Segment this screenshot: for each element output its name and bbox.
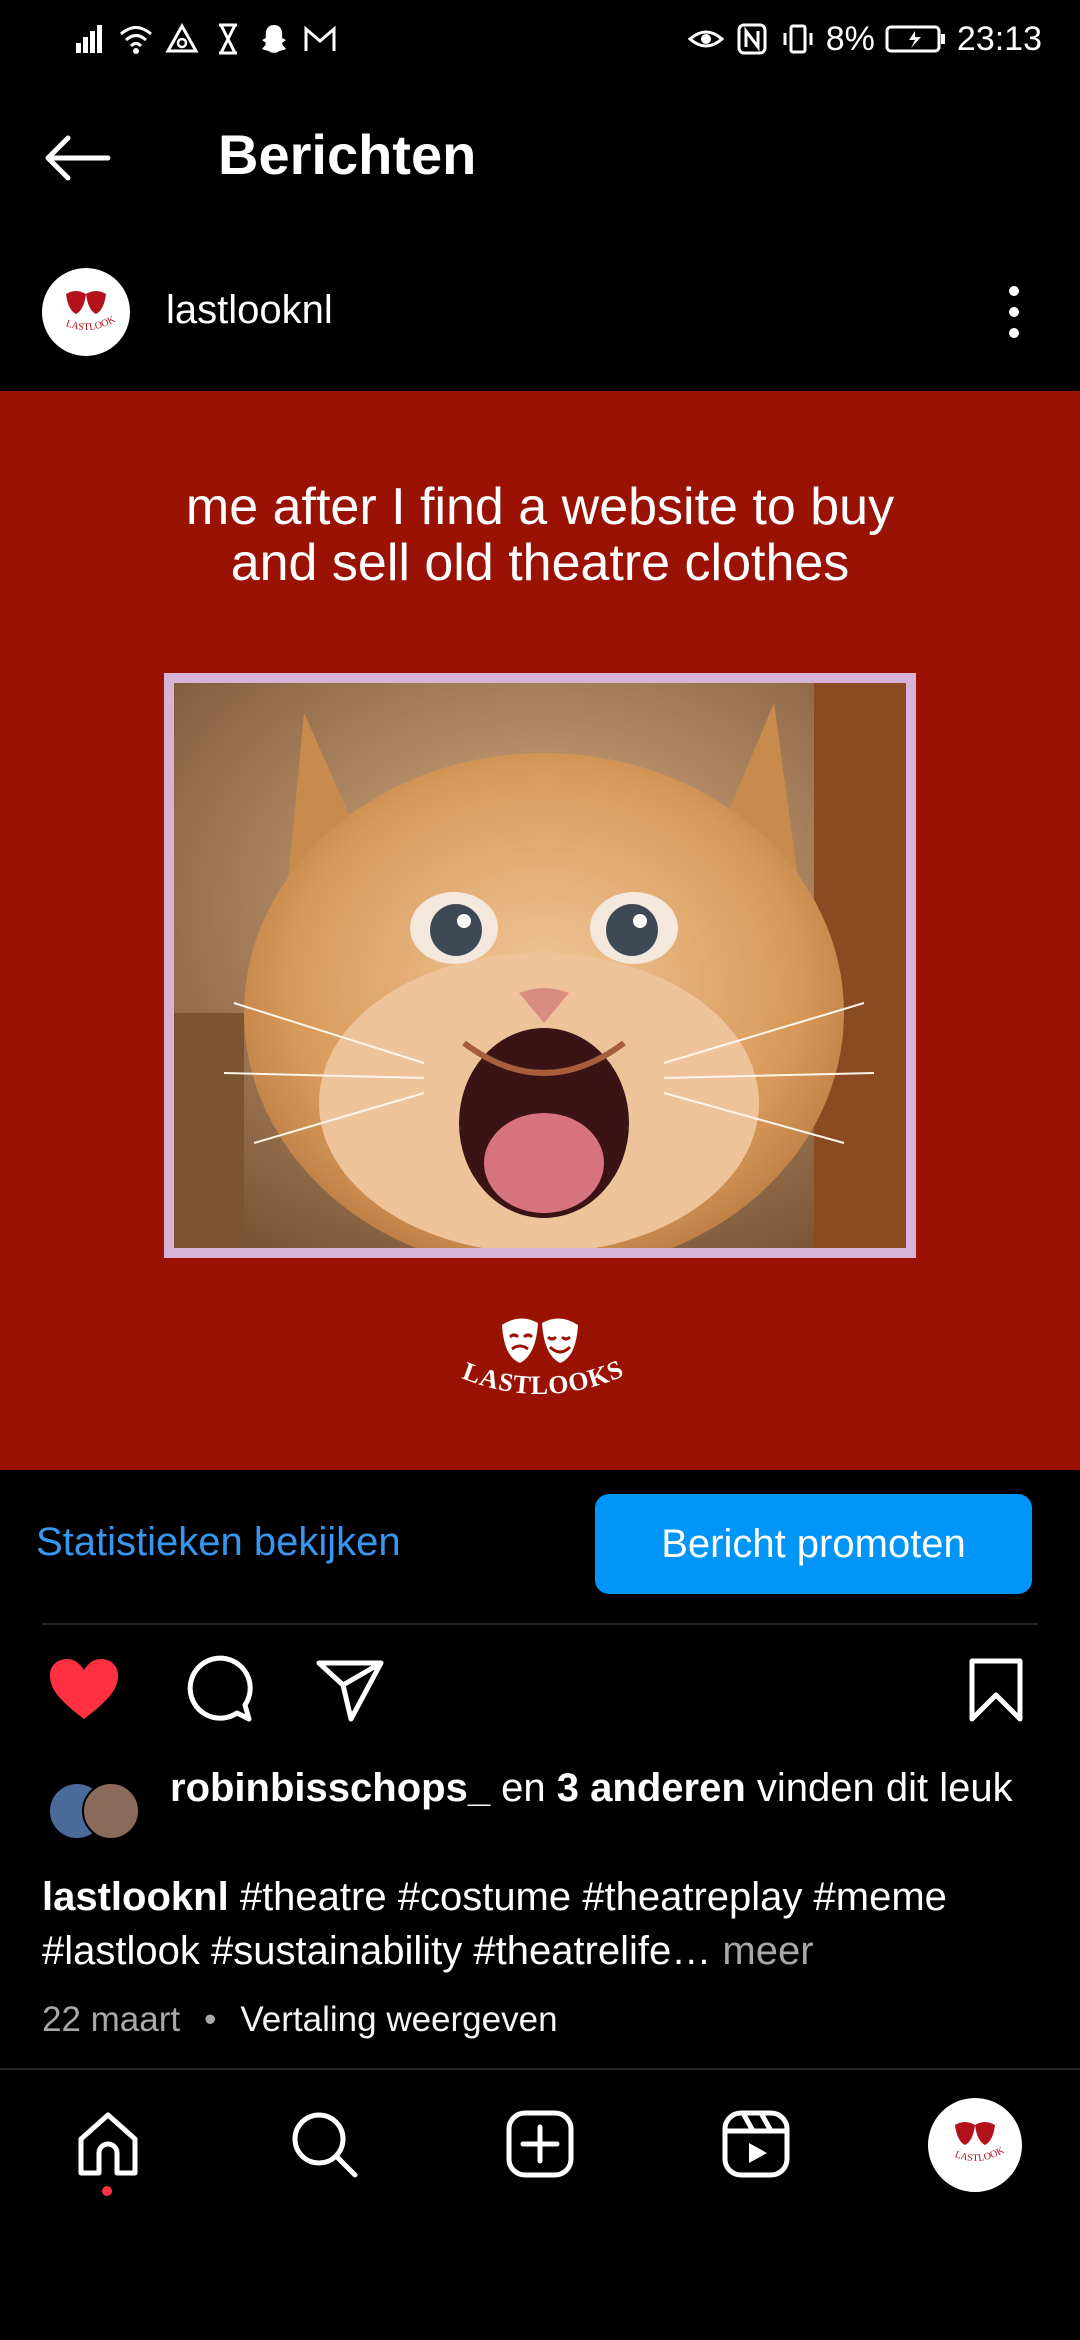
gmail-icon — [302, 21, 338, 57]
view-insights-link[interactable]: Statistieken bekijken — [36, 1520, 401, 1565]
brand-logo: LASTLOOKS — [440, 1303, 640, 1423]
status-left-icons — [72, 14, 338, 64]
wifi-icon — [118, 21, 154, 57]
post-date: 22 maart — [42, 2000, 181, 2039]
share-button[interactable] — [310, 1652, 390, 1732]
divider — [42, 1623, 1038, 1625]
more-options-button[interactable] — [996, 280, 1032, 344]
promote-post-button[interactable]: Bericht promoten — [595, 1494, 1032, 1594]
page-title: Berichten — [218, 123, 477, 186]
heart-icon — [48, 1657, 120, 1728]
dot-icon — [1009, 286, 1019, 296]
status-right: 8% 23:13 — [687, 14, 1042, 64]
meme-photo-frame — [164, 673, 916, 1258]
likes-connector: en — [490, 1766, 557, 1810]
separator-dot: • — [204, 2000, 217, 2039]
likers-avatars — [42, 1782, 152, 1842]
profile-avatar: LASTLOOKS — [931, 2101, 1019, 2189]
reels-icon — [721, 2109, 791, 2184]
battery-icon — [885, 21, 947, 57]
likes-suffix: vinden dit leuk — [745, 1766, 1013, 1810]
post-meta: 22 maart • Vertaling weergeven — [42, 2000, 558, 2040]
home-icon — [73, 2109, 143, 2184]
avatar[interactable]: LASTLOOKS — [42, 268, 130, 356]
hotspot-icon — [164, 21, 200, 57]
post-image[interactable]: me after I find a website to buy and sel… — [0, 391, 1080, 1470]
status-bar: 8% 23:13 — [0, 0, 1080, 80]
svg-text:LASTLOOKS: LASTLOOKS — [459, 1354, 628, 1400]
clock: 23:13 — [956, 19, 1042, 58]
eye-icon — [687, 21, 724, 57]
back-arrow-icon — [40, 133, 112, 188]
post-header: LASTLOOKS lastlooknl — [0, 262, 1080, 362]
back-button[interactable] — [40, 130, 130, 190]
bookmark-icon — [968, 1657, 1024, 1728]
post-caption: lastlooknl #theatre #costume #theatrepla… — [42, 1870, 1042, 1978]
nav-profile[interactable]: LASTLOOKS — [928, 2098, 1022, 2192]
post-username[interactable]: lastlooknl — [166, 288, 333, 333]
nav-reels[interactable] — [716, 2106, 796, 2186]
dot-icon — [1009, 307, 1019, 317]
nfc-icon — [734, 21, 770, 57]
nav-home[interactable] — [68, 2106, 148, 2186]
avatar — [82, 1782, 140, 1840]
battery-percent: 8% — [825, 19, 875, 58]
header: Berichten — [0, 100, 1080, 220]
comment-button[interactable] — [178, 1652, 258, 1732]
snapchat-icon — [256, 21, 292, 57]
caption-username[interactable]: lastlooknl — [42, 1875, 229, 1919]
likes-others[interactable]: 3 anderen — [557, 1766, 746, 1810]
brand-logo-text: LASTLOOKS — [459, 1354, 627, 1400]
like-button[interactable] — [44, 1652, 124, 1732]
bottom-navigation: LASTLOOKS — [0, 2070, 1080, 2210]
translate-link[interactable]: Vertaling weergeven — [240, 2000, 557, 2040]
meme-caption: me after I find a website to buy and sel… — [0, 479, 1080, 591]
search-icon — [289, 2109, 359, 2184]
send-icon — [315, 1657, 385, 1728]
save-button[interactable] — [956, 1652, 1036, 1732]
signal-icon — [72, 21, 108, 57]
create-icon — [505, 2109, 575, 2184]
likes-text: robinbisschops_ en 3 anderen vinden dit … — [170, 1764, 1030, 1812]
meme-caption-line2: and sell old theatre clothes — [230, 534, 850, 592]
meme-caption-line1: me after I find a website to buy — [185, 478, 895, 536]
notification-dot — [102, 2186, 112, 2196]
comment-icon — [183, 1655, 253, 1730]
nav-create[interactable] — [500, 2106, 580, 2186]
caption-more-link[interactable]: meer — [711, 1929, 813, 1973]
liker-username[interactable]: robinbisschops_ — [170, 1766, 490, 1810]
hourglass-icon — [210, 21, 246, 57]
dot-icon — [1009, 328, 1019, 338]
kitten-photo — [174, 683, 906, 1248]
vibrate-icon — [780, 21, 816, 57]
nav-search[interactable] — [284, 2106, 364, 2186]
